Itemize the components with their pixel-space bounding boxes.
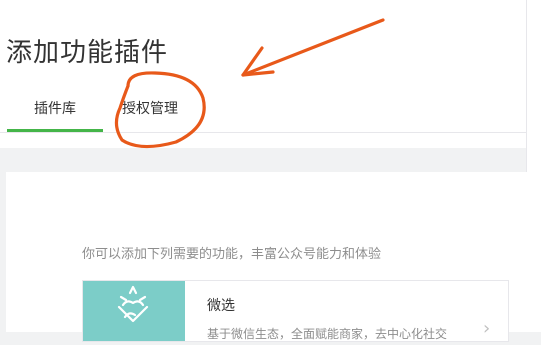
main-content: 你可以添加下列需要的功能，丰富公众号能力和体验 微选 基于微信生态，全面赋能商家… (6, 172, 527, 342)
plugin-card[interactable]: 微选 基于微信生态，全面赋能商家，去中心化社交 (82, 280, 509, 342)
intro-text: 你可以添加下列需要的功能，丰富公众号能力和体验 (82, 247, 382, 262)
plugin-icon-box (83, 281, 185, 341)
chevron-right-icon[interactable]: › (483, 318, 490, 339)
plugin-name: 微选 (207, 298, 235, 314)
page-title: 添加功能插件 (6, 38, 169, 68)
header-panel: 添加功能插件 插件库 授权管理 (0, 0, 527, 148)
right-panel-edge (526, 0, 541, 332)
tab-plugin-library[interactable]: 插件库 (7, 98, 103, 132)
plugin-description: 基于微信生态，全面赋能商家，去中心化社交 (207, 327, 448, 341)
tab-authorization-management[interactable]: 授权管理 (122, 98, 212, 132)
tab-bar: 插件库 授权管理 (0, 92, 527, 133)
gift-heart-icon (117, 285, 149, 323)
